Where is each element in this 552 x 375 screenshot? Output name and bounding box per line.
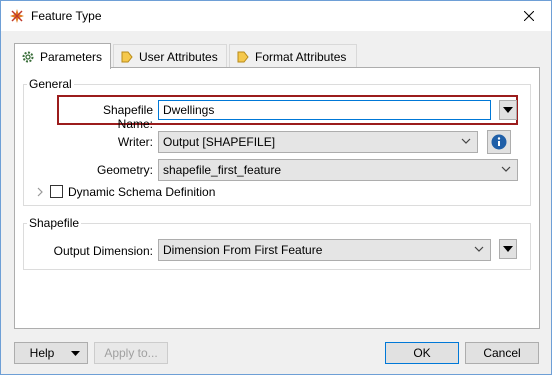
geometry-label: Geometry: xyxy=(96,163,153,177)
dynamic-schema-checkbox[interactable] xyxy=(50,185,63,198)
window-title: Feature Type xyxy=(31,9,102,23)
geometry-value: shapefile_first_feature xyxy=(163,163,282,177)
tab-parameters-label: Parameters xyxy=(40,49,103,64)
cancel-button[interactable]: Cancel xyxy=(465,342,539,364)
fme-workbench-icon xyxy=(9,8,25,24)
output-dimension-value: Dimension From First Feature xyxy=(163,243,323,257)
writer-info-button[interactable] xyxy=(487,130,511,154)
chevron-down-icon xyxy=(501,166,511,172)
tab-parameters[interactable]: Parameters xyxy=(14,43,111,69)
output-dimension-menu-button[interactable] xyxy=(499,239,517,259)
arrow-tag-icon xyxy=(236,50,250,64)
writer-select[interactable]: Output [SHAPEFILE] xyxy=(158,131,478,153)
help-label: Help xyxy=(29,346,55,360)
tab-user-attributes-label: User Attributes xyxy=(139,49,218,64)
tab-user-attributes[interactable]: User Attributes xyxy=(113,44,227,68)
triangle-down-icon xyxy=(503,107,513,113)
ok-button[interactable]: OK xyxy=(385,342,459,364)
tab-format-attributes[interactable]: Format Attributes xyxy=(229,44,357,68)
apply-to-label: Apply to... xyxy=(104,346,158,360)
shapefile-group-title: Shapefile xyxy=(27,216,82,230)
output-dimension-select[interactable]: Dimension From First Feature xyxy=(158,239,491,261)
writer-label: Writer: xyxy=(117,135,153,149)
shapefile-name-menu-button[interactable] xyxy=(499,100,517,120)
triangle-down-icon xyxy=(503,246,513,252)
expand-chevron-icon[interactable] xyxy=(36,186,44,197)
feature-type-dialog: Feature Type Parameters User Attributes … xyxy=(0,0,552,375)
triangle-down-icon xyxy=(71,351,80,356)
dynamic-schema-label: Dynamic Schema Definition xyxy=(68,185,216,199)
geometry-select[interactable]: shapefile_first_feature xyxy=(158,159,518,181)
ok-label: OK xyxy=(413,346,431,360)
chevron-down-icon xyxy=(461,138,471,144)
output-dimension-label: Output Dimension: xyxy=(53,244,153,258)
apply-to-button[interactable]: Apply to... xyxy=(94,342,168,364)
gear-icon xyxy=(21,50,35,64)
cancel-label: Cancel xyxy=(483,346,521,360)
close-button[interactable] xyxy=(507,1,551,31)
general-group-title: General xyxy=(27,77,74,91)
chevron-down-icon xyxy=(474,246,484,252)
shapefile-name-input[interactable]: Dwellings xyxy=(158,100,491,120)
parameters-panel: General Shapefile Name: Dwellings Writer… xyxy=(14,67,540,329)
title-bar[interactable]: Feature Type xyxy=(1,1,551,31)
shapefile-name-label: Shapefile Name: xyxy=(102,103,153,131)
close-icon xyxy=(524,11,534,21)
arrow-tag-icon xyxy=(120,50,134,64)
info-icon xyxy=(491,134,507,150)
help-button[interactable]: Help xyxy=(14,342,88,364)
tab-format-attributes-label: Format Attributes xyxy=(255,49,347,64)
writer-value: Output [SHAPEFILE] xyxy=(163,135,276,149)
